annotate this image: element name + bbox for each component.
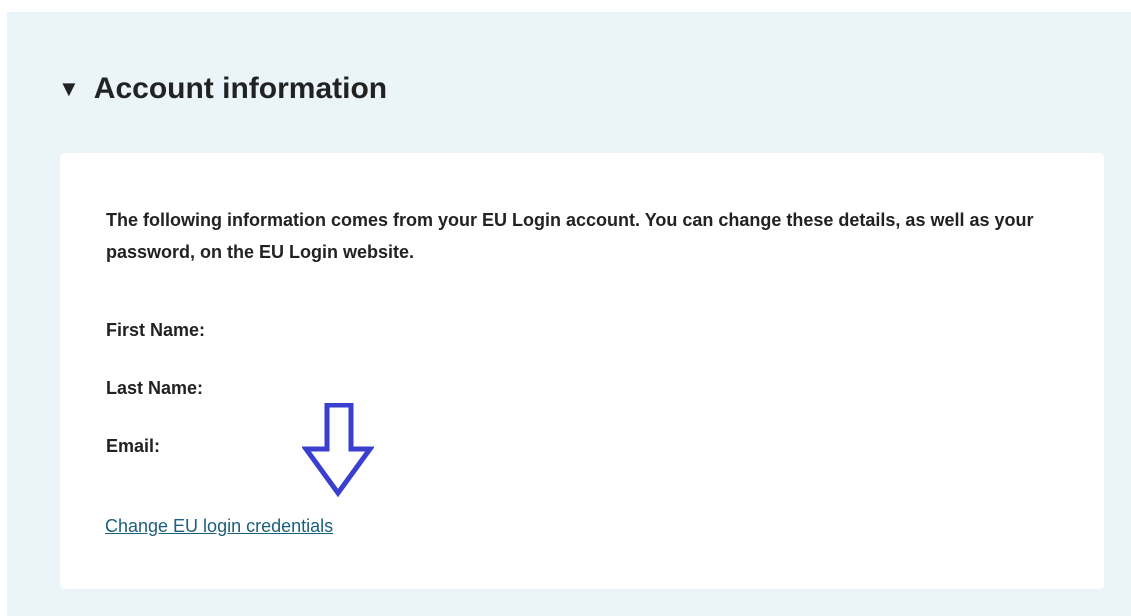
section-title: Account information (93, 72, 388, 105)
account-information-toggle[interactable]: ▼ Account information (58, 74, 387, 104)
first-name-label: First Name: (106, 320, 206, 340)
down-arrow-icon (302, 403, 374, 498)
last-name-label: Last Name: (106, 378, 204, 398)
account-info-card: The following information comes from you… (60, 153, 1104, 589)
account-information-panel: ▼ Account information The following info… (7, 12, 1131, 616)
email-label: Email: (106, 436, 161, 456)
triangle-down-icon[interactable]: ▼ (58, 78, 80, 100)
change-eu-login-credentials-link[interactable]: Change EU login credentials (105, 515, 333, 537)
intro-text: The following information comes from you… (106, 210, 1034, 262)
